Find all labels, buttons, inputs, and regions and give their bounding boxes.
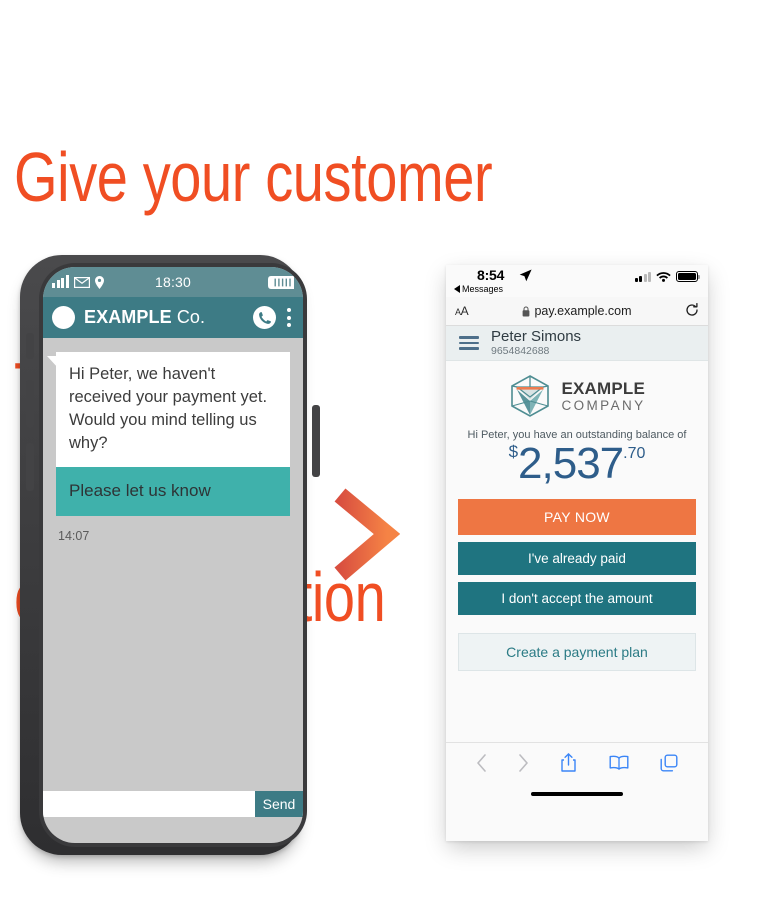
url-field[interactable]: pay.example.com — [446, 304, 708, 318]
back-to-messages-link[interactable]: Messages — [454, 284, 503, 294]
page-header: Peter Simons 9654842688 — [446, 326, 708, 361]
message-bubble-incoming: Hi Peter, we haven't received your payme… — [47, 352, 290, 467]
amount-whole: 2,537 — [518, 439, 624, 488]
message-action-bubble[interactable]: Please let us know — [56, 467, 290, 516]
chat-contact-name-suffix: Co. — [171, 307, 206, 327]
chat-app-bar: EXAMPLE Co. — [43, 297, 303, 338]
phone-body: 18:30 EXAMPLE Co. Hi Peter, we haven't r… — [20, 255, 320, 855]
battery-icon — [676, 271, 700, 282]
send-button[interactable]: Send — [255, 791, 303, 817]
back-to-messages-label: Messages — [462, 284, 504, 294]
left-phone-mockup: 18:30 EXAMPLE Co. Hi Peter, we haven't r… — [8, 255, 320, 855]
location-arrow-icon — [519, 269, 532, 282]
power-button[interactable] — [312, 405, 320, 477]
message-composer: Send — [43, 791, 303, 817]
chat-contact-name-strong: EXAMPLE — [84, 307, 172, 327]
share-icon[interactable] — [560, 753, 577, 775]
customer-account-number: 9654842688 — [491, 344, 550, 357]
volume-down-button[interactable] — [26, 443, 34, 491]
android-status-bar: 18:30 — [43, 267, 303, 297]
right-phone-mockup: 8:54 Messages AA pay.example.com Peter S… — [446, 265, 708, 841]
message-text: Hi Peter, we haven't received your payme… — [56, 352, 290, 467]
phone-icon[interactable] — [253, 306, 276, 329]
create-payment-plan-button[interactable]: Create a payment plan — [458, 633, 696, 671]
already-paid-button[interactable]: I've already paid — [458, 542, 696, 575]
book-icon[interactable] — [609, 755, 629, 773]
tabs-icon[interactable] — [660, 754, 678, 775]
chevron-right-icon[interactable] — [518, 753, 529, 775]
company-logo-subtitle: COMPANY — [561, 397, 646, 413]
customer-block: Peter Simons 9654842688 — [491, 327, 582, 358]
currency-symbol: $ — [508, 442, 519, 461]
phone-screen: 18:30 EXAMPLE Co. Hi Peter, we haven't r… — [43, 267, 303, 843]
balance-amount: $2,537.70 — [458, 442, 696, 486]
lock-icon — [523, 306, 530, 316]
chat-thread: Hi Peter, we haven't received your payme… — [43, 338, 303, 817]
wifi-icon — [656, 272, 671, 282]
avatar — [52, 306, 75, 329]
volume-up-button[interactable] — [26, 380, 34, 428]
browser-toolbar — [446, 742, 708, 807]
amount-cents: .70 — [623, 445, 646, 462]
status-bar-time: 8:54 — [477, 267, 505, 283]
pay-now-button[interactable]: PAY NOW — [458, 499, 696, 535]
text-size-button[interactable]: AA — [455, 304, 469, 318]
back-triangle-icon — [454, 285, 460, 293]
url-text: pay.example.com — [534, 304, 632, 318]
bubble-tail — [47, 356, 59, 369]
ios-status-bar: 8:54 Messages — [446, 265, 708, 297]
company-logo: EXAMPLE COMPANY — [458, 361, 696, 418]
payment-page-body: EXAMPLE COMPANY Hi Peter, you have an ou… — [446, 361, 708, 807]
dispute-amount-button[interactable]: I don't accept the amount — [458, 582, 696, 615]
browser-url-bar[interactable]: AA pay.example.com — [446, 297, 708, 326]
status-bar-time: 18:30 — [154, 274, 192, 290]
customer-name: Peter Simons — [491, 327, 582, 345]
silent-switch[interactable] — [26, 333, 34, 359]
headline-line-1: Give your customer — [14, 138, 493, 216]
cube-logo-icon — [511, 375, 550, 417]
company-logo-title: EXAMPLE — [561, 378, 646, 398]
message-input[interactable] — [43, 791, 255, 817]
reload-icon[interactable] — [685, 302, 699, 320]
message-timestamp: 14:07 — [58, 529, 90, 543]
cellular-bars-icon — [634, 271, 651, 282]
chat-contact-name: EXAMPLE Co. — [84, 307, 205, 328]
home-indicator — [531, 792, 623, 796]
overflow-menu-icon[interactable] — [284, 308, 294, 327]
chevron-left-icon[interactable] — [476, 753, 487, 775]
hamburger-menu-icon[interactable] — [459, 336, 479, 350]
right-arrow-icon — [300, 478, 401, 590]
